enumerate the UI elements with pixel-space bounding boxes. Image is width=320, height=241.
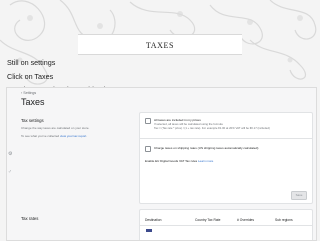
tax-settings-heading: Tax settings — [21, 118, 44, 123]
bullet-item: Still on settings — [7, 58, 56, 67]
country-flag-icon — [146, 229, 152, 232]
column-header-country-tax-rate: Country Tax Rate — [195, 218, 221, 222]
learn-more-link[interactable]: Learn more — [198, 159, 213, 163]
gear-icon[interactable]: ⚙ — [8, 152, 13, 157]
tax-settings-description: Change the way taxes are calculated on y… — [21, 126, 90, 130]
charge-shipping-taxes-option[interactable]: Charge taxes on shipping rates (US shipp… — [145, 146, 259, 153]
charge-shipping-taxes-checkbox[interactable] — [145, 146, 151, 153]
back-to-settings-link[interactable]: ‹ Settings — [21, 91, 36, 95]
column-header-destination: Destination — [145, 218, 162, 222]
all-taxes-included-option[interactable]: All taxes are included in my prices If s… — [145, 118, 270, 130]
charge-shipping-taxes-label: Charge taxes on shipping rates (US shipp… — [154, 146, 259, 150]
tax-report-hint: To see what you’ve collected view your t… — [21, 134, 131, 139]
tax-report-hint-suffix: . — [86, 134, 88, 138]
slide-title: TAXES — [145, 41, 175, 50]
card-divider — [140, 138, 312, 139]
all-taxes-included-checkbox[interactable] — [145, 118, 151, 125]
bullet-item: Click on Taxes — [7, 71, 54, 81]
tax-settings-card: All taxes are included in my prices If s… — [139, 112, 313, 204]
tax-rates-card: Destination Country Tax Rate # Overrides… — [139, 209, 313, 240]
header-divider — [140, 225, 312, 226]
column-header-overrides: # Overrides — [237, 218, 255, 222]
eu-digital-goods-line: Enable EU Digital Goods VAT Tax rules Le… — [145, 159, 213, 163]
formula-detail-line-2: Tax = (Tax rate * price) / (1 + tax rate… — [154, 126, 270, 131]
help-icon[interactable]: ♂ — [8, 170, 13, 175]
tax-rates-heading: Tax rates — [21, 216, 39, 221]
page-title: Taxes — [21, 97, 45, 107]
tax-report-link[interactable]: view your tax report — [60, 134, 86, 138]
taxes-settings-screenshot: ‹ Settings Taxes ⚙ ♂ Tax settings Change… — [6, 87, 317, 241]
tax-report-hint-prefix: To see what you’ve collected — [21, 134, 61, 138]
slide-title-bar: TAXES — [78, 34, 242, 55]
column-header-sub-regions: Sub regions — [275, 218, 293, 222]
eu-digital-goods-text: Enable EU Digital Goods VAT Tax rules — [145, 159, 198, 163]
save-button[interactable]: Save — [291, 191, 307, 200]
